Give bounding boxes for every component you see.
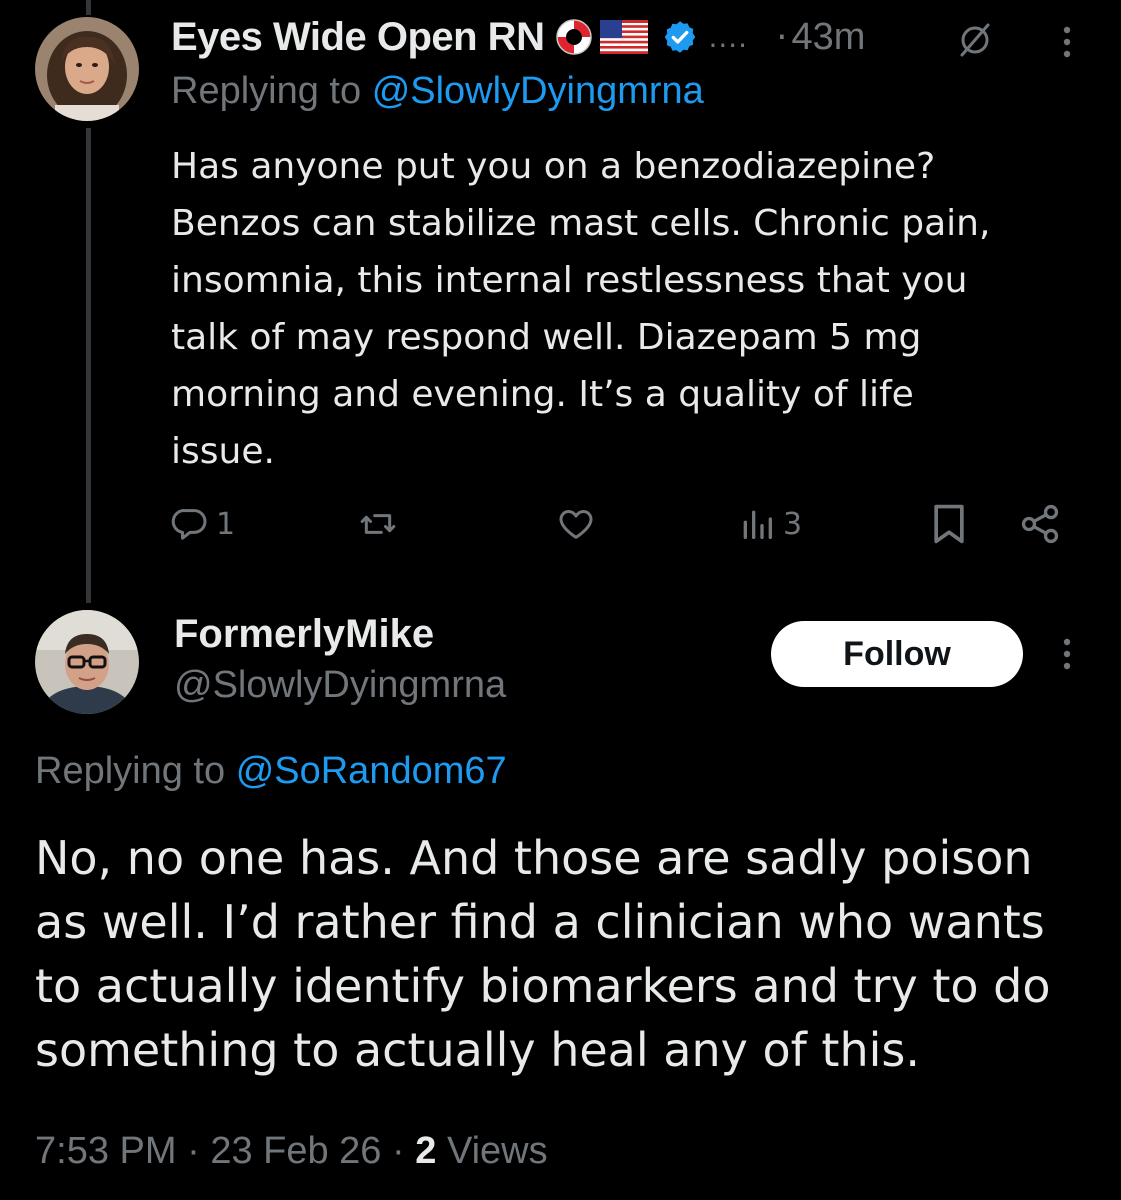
tweet-date[interactable]: 23 Feb 26 [210,1130,381,1172]
heart-icon [559,510,593,539]
tweet-text-line: Benzos can stabilize mast cells. Chronic… [171,203,991,244]
tweet-text-line: morning and evening. It’s a quality of l… [171,374,914,415]
grok-icon[interactable] [955,20,995,60]
avatar-image [35,610,139,714]
avatar-image [35,17,139,121]
replying-mention-link[interactable]: @SoRandom67 [236,750,507,792]
reply-count: 1 [216,506,236,542]
retweet-icon [360,514,396,534]
thread-connector-top [86,0,91,15]
views-button[interactable]: 3 [737,504,802,544]
tweet-text: Has anyone put you on a benzodiazepine? … [171,138,1101,480]
views-bar-chart-icon [743,510,772,539]
meta-separator: · [392,1130,405,1172]
tweet-text-line: talk of may respond well. Diazepam 5 mg [171,317,922,358]
reply-icon [171,509,207,540]
views-count: 2 [415,1130,437,1172]
replying-label: Replying to [171,70,362,112]
avatar[interactable] [35,610,139,714]
bookmark-icon [934,504,964,544]
more-vertical-icon[interactable] [1056,22,1078,62]
timestamp[interactable]: 43m [792,16,866,59]
tweet-text-line: something to actually heal any of this. [35,1023,920,1077]
reply-button[interactable]: 1 [170,504,235,544]
tweet-text-line: insomnia, this internal restlessness tha… [171,260,968,301]
author-handle[interactable]: @SlowlyDyingmrna [174,664,506,707]
share-icon [1021,504,1059,544]
replying-label: Replying to [35,750,226,792]
us-flag-emoji-icon [600,20,649,54]
avatar[interactable] [35,17,139,121]
more-vertical-icon[interactable] [1056,634,1078,674]
author-name[interactable]: Eyes Wide Open RN [171,15,545,60]
follow-button[interactable]: Follow [771,621,1023,687]
bookmark-button[interactable] [930,502,968,546]
tweet-text-line: Has anyone put you on a benzodiazepine? [171,146,936,187]
tweet-time[interactable]: 7:53 PM [35,1130,177,1172]
like-button[interactable] [555,504,603,544]
verified-badge-icon [665,21,696,53]
replying-to-line: Replying to @SlowlyDyingmrna [171,70,704,113]
author-name[interactable]: FormerlyMike [174,612,434,657]
share-button[interactable] [1018,502,1062,546]
replying-to-line: Replying to @SoRandom67 [35,750,507,793]
tweet-meta: 7:53 PM · 23 Feb 26 · 2 Views [35,1130,548,1173]
name-truncation: .... [708,20,749,54]
tweet-action-bar: 1 3 [0,500,1121,550]
tweet-text-line: as well. I’d rather find a clinician who… [35,895,1045,949]
tweet-header: Eyes Wide Open RN .... · 43m [171,12,865,62]
retweet-button[interactable] [357,504,405,544]
views-label: Views [446,1130,548,1172]
time-separator: · [776,16,788,58]
lifebuoy-emoji-icon [556,19,593,55]
tweet-text-line: No, no one has. And those are sadly pois… [35,831,1033,885]
tweet-text-line: issue. [171,431,275,472]
meta-separator: · [187,1130,200,1172]
views-count: 3 [783,506,803,542]
tweet-text-line: to actually identify biomarkers and try … [35,959,1051,1013]
tweet-text: No, no one has. And those are sadly pois… [35,826,1105,1082]
replying-mention-link[interactable]: @SlowlyDyingmrna [372,70,704,112]
